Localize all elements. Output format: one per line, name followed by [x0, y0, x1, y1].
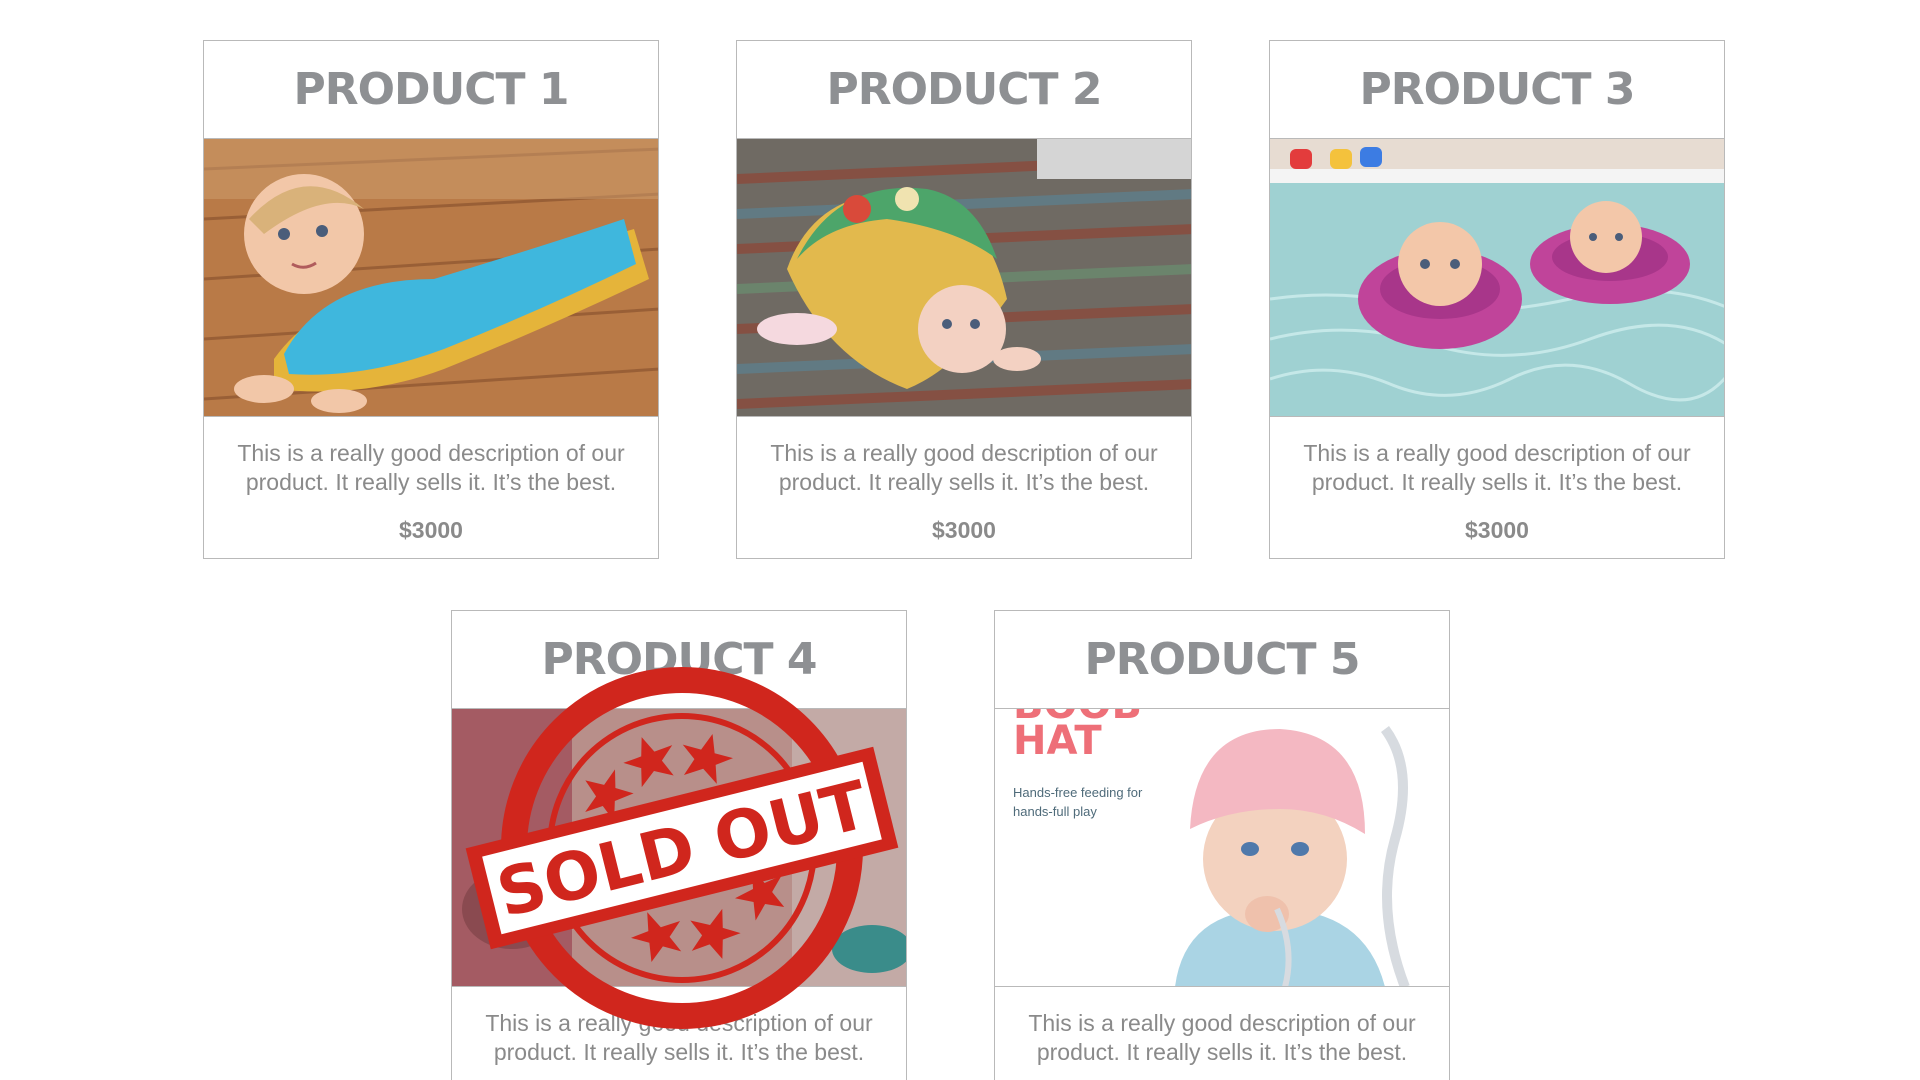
image-title: HAT [1013, 718, 1102, 764]
product-image[interactable] [1270, 139, 1724, 417]
product-price: $3000 [932, 517, 996, 543]
product-description: This is a really good description of our… [770, 440, 1158, 495]
product-card-1[interactable]: PRODUCT 1 This is a really good descript… [203, 40, 659, 559]
product-description: This is a really good description of our… [237, 440, 625, 495]
product-title: PRODUCT 1 [204, 41, 658, 139]
product-title: PRODUCT 3 [1270, 41, 1724, 139]
product-card-5[interactable]: PRODUCT 5 BOOB HAT Hands-free feeding fo… [994, 610, 1450, 1080]
product-card-2[interactable]: PRODUCT 2 This is a really good descript… [736, 40, 1192, 559]
product-image[interactable] [737, 139, 1191, 417]
product-title: PRODUCT 2 [737, 41, 1191, 139]
product-card-3[interactable]: PRODUCT 3 This is a really good descript… [1269, 40, 1725, 559]
image-subtitle: Hands-free feeding for hands-full play [1013, 785, 1143, 819]
baby-mop-onesie-image [204, 139, 658, 416]
product-image[interactable] [204, 139, 658, 417]
product-price: $3000 [1465, 517, 1529, 543]
babies-neck-float-pool-image [1270, 139, 1724, 416]
product-4-image [452, 709, 906, 986]
product-description: This is a really good description of our… [485, 1010, 873, 1065]
product-card-4[interactable]: PRODUCT 4 This is a really good descript… [451, 610, 907, 1080]
baby-taco-costume-image [737, 139, 1191, 416]
product-image[interactable] [452, 709, 906, 987]
product-description: This is a really good description of our… [1028, 1010, 1416, 1065]
product-grid-page: PRODUCT 1 This is a really good descript… [0, 0, 1920, 1080]
product-title: PRODUCT 4 [452, 611, 906, 709]
product-title: PRODUCT 5 [995, 611, 1449, 709]
product-image[interactable]: BOOB HAT Hands-free feeding for hands-fu… [995, 709, 1449, 987]
product-price: $3000 [399, 517, 463, 543]
product-description: This is a really good description of our… [1303, 440, 1691, 495]
